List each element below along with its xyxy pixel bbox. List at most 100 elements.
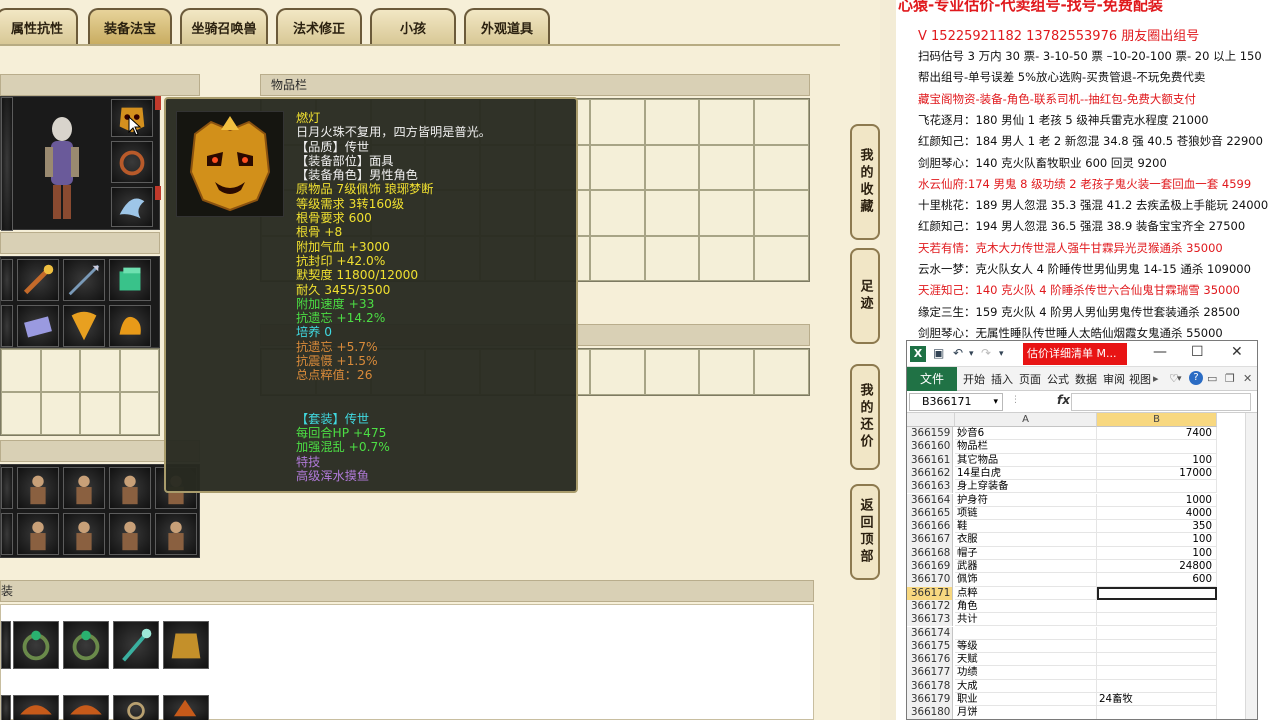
inventory-cell[interactable] xyxy=(699,235,755,281)
cell-a[interactable]: 天赋 xyxy=(955,653,1097,667)
pet-portrait[interactable] xyxy=(63,513,105,555)
cell-b[interactable] xyxy=(1097,480,1217,494)
minimize-icon[interactable]: — xyxy=(1153,344,1167,360)
row-number[interactable]: 366164 xyxy=(907,493,953,507)
cell-a[interactable]: 点粹 xyxy=(955,586,1097,600)
cell-b[interactable]: 17000 xyxy=(1097,466,1217,481)
inventory-cell[interactable] xyxy=(644,235,700,281)
row-number[interactable]: 366172 xyxy=(907,599,953,614)
cell-b[interactable] xyxy=(1097,599,1217,614)
row-number[interactable]: 366170 xyxy=(907,573,953,587)
item-slot[interactable] xyxy=(163,695,209,720)
help-icon[interactable]: ? xyxy=(1189,371,1203,385)
formula-input[interactable] xyxy=(1071,393,1251,411)
grid-cell[interactable] xyxy=(119,349,159,392)
cell-b[interactable] xyxy=(1097,440,1217,454)
ribbon-tab-formulas[interactable]: 公式 xyxy=(1047,371,1069,387)
cell-a[interactable]: 职业 xyxy=(955,693,1097,707)
pet-slot[interactable] xyxy=(1,513,13,555)
row-number[interactable]: 366178 xyxy=(907,679,953,693)
cell-b[interactable]: 100 xyxy=(1097,546,1217,560)
row-number[interactable]: 366160 xyxy=(907,440,953,454)
item-slot[interactable] xyxy=(1,305,13,347)
inventory-cell[interactable] xyxy=(699,190,755,236)
item-slot[interactable] xyxy=(113,695,159,720)
staff-item[interactable] xyxy=(17,259,59,301)
active-cell-b[interactable] xyxy=(1097,586,1217,600)
cell-a[interactable]: 鞋 xyxy=(955,520,1097,534)
select-all-corner[interactable] xyxy=(907,413,955,427)
sheet-vertical-scrollbar[interactable] xyxy=(1245,413,1257,719)
inventory-cell[interactable] xyxy=(754,144,809,190)
row-number[interactable]: 366177 xyxy=(907,666,953,680)
my-offers-button[interactable]: 我的还价 xyxy=(850,364,880,470)
inventory-cell[interactable] xyxy=(699,349,755,395)
ring-item[interactable] xyxy=(13,621,59,669)
equip-slot[interactable] xyxy=(1,97,13,231)
cell-b[interactable]: 100 xyxy=(1097,533,1217,547)
footprint-button[interactable]: 足迹 xyxy=(850,248,880,344)
cell-a[interactable]: 武器 xyxy=(955,560,1097,574)
cell-b[interactable] xyxy=(1097,706,1217,719)
grid-cell[interactable] xyxy=(40,392,80,435)
inventory-cell[interactable] xyxy=(754,349,809,395)
ribbon-tab-review[interactable]: 审阅 xyxy=(1103,371,1125,387)
pet-portrait[interactable] xyxy=(155,513,197,555)
grid-cell[interactable] xyxy=(1,392,41,435)
row-number[interactable]: 366176 xyxy=(907,653,953,667)
item-slot[interactable] xyxy=(63,695,109,720)
jade-cube-item[interactable] xyxy=(109,259,151,301)
grid-cell[interactable] xyxy=(40,349,80,392)
cell-b[interactable] xyxy=(1097,653,1217,667)
inventory-cell[interactable] xyxy=(644,349,700,395)
pet-portrait[interactable] xyxy=(17,513,59,555)
cell-a[interactable]: 物品栏 xyxy=(955,440,1097,454)
cell-a[interactable]: 14星白虎 xyxy=(955,466,1097,481)
cell-b[interactable]: 600 xyxy=(1097,573,1217,587)
row-number[interactable]: 366162 xyxy=(907,466,953,481)
tab-attributes[interactable]: 属性抗性 xyxy=(0,8,78,44)
book-item[interactable] xyxy=(17,305,59,347)
pet-slot[interactable] xyxy=(1,467,13,509)
cell-a[interactable]: 其它物品 xyxy=(955,453,1097,467)
file-tab[interactable]: 文件 xyxy=(907,367,957,391)
cell-a[interactable]: 衣服 xyxy=(955,533,1097,547)
ribbon-tab-home[interactable]: 开始 xyxy=(963,371,985,387)
row-number[interactable]: 366163 xyxy=(907,480,953,494)
tab-spell-correction[interactable]: 法术修正 xyxy=(276,8,362,44)
grid-cell[interactable] xyxy=(119,392,159,435)
cell-b[interactable]: 24畜牧 xyxy=(1097,693,1217,707)
cell-a[interactable]: 角色 xyxy=(955,599,1097,614)
row-number[interactable]: 366166 xyxy=(907,520,953,534)
wand-item[interactable] xyxy=(113,621,159,669)
wing-slot[interactable] xyxy=(111,187,153,227)
ribbon-minimize-icon[interactable]: ▭ xyxy=(1207,372,1217,385)
my-favorites-button[interactable]: 我的收藏 xyxy=(850,124,880,240)
golden-fan-item[interactable] xyxy=(63,305,105,347)
ring-item[interactable] xyxy=(63,621,109,669)
row-number[interactable]: 366159 xyxy=(907,427,953,441)
cell-b[interactable]: 100 xyxy=(1097,453,1217,467)
cell-b[interactable] xyxy=(1097,679,1217,693)
cell-a[interactable] xyxy=(955,626,1097,640)
row-number[interactable]: 366173 xyxy=(907,613,953,627)
pet-portrait[interactable] xyxy=(63,467,105,509)
inventory-cell[interactable] xyxy=(644,144,700,190)
cell-b[interactable] xyxy=(1097,666,1217,680)
cell-a[interactable]: 身上穿装备 xyxy=(955,480,1097,494)
cell-b[interactable] xyxy=(1097,613,1217,627)
item-slot[interactable] xyxy=(1,621,11,669)
tab-child[interactable]: 小孩 xyxy=(370,8,456,44)
tab-appearance[interactable]: 外观道具 xyxy=(464,8,550,44)
ribbon-close-icon[interactable]: ✕ xyxy=(1243,372,1252,385)
cell-a[interactable]: 共计 xyxy=(955,613,1097,627)
pet-portrait[interactable] xyxy=(109,513,151,555)
inventory-cell[interactable] xyxy=(754,235,809,281)
inventory-cell[interactable] xyxy=(589,349,645,395)
inventory-cell[interactable] xyxy=(644,190,700,236)
item-slot[interactable] xyxy=(1,259,13,301)
cell-b[interactable]: 7400 xyxy=(1097,427,1217,441)
ribbon-tab-layout[interactable]: 页面 xyxy=(1019,371,1041,387)
save-icon[interactable]: ▣ xyxy=(933,346,944,360)
row-number[interactable]: 366161 xyxy=(907,453,953,467)
